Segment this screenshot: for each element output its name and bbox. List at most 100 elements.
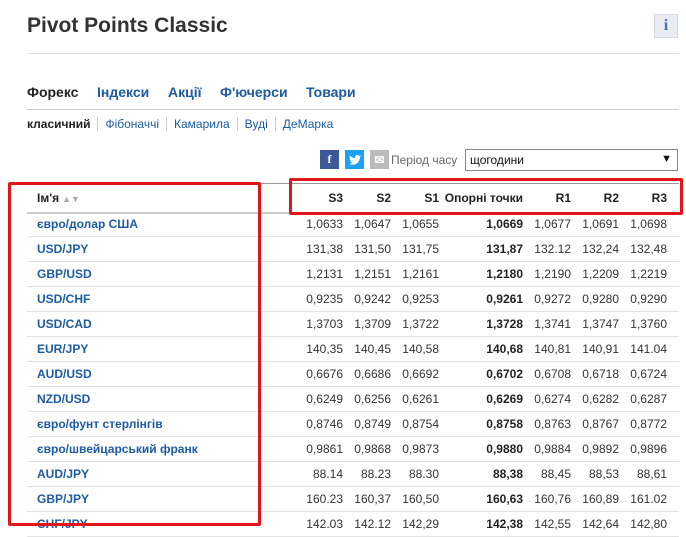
cell-r2: 1,0691 (582, 217, 619, 231)
cell-s1: 1,0655 (402, 217, 439, 231)
pivot-table-body: євро/долар США 1,0633 1,0647 1,0655 1,0669 1,… (27, 212, 679, 537)
method-tabs: класичний Фібоначчі Камарила Вуді ДеМарка (27, 117, 340, 131)
cell-s1: 131,75 (402, 242, 439, 256)
instrument-link[interactable]: євро/фунт стерлінгів (37, 417, 163, 431)
cell-s3: 0,6249 (306, 392, 343, 406)
info-icon[interactable]: i (654, 14, 678, 38)
cell-r2: 0,9892 (582, 442, 619, 456)
cell-s1: 88.30 (408, 467, 439, 481)
tab-commodities[interactable]: Товари (306, 84, 356, 100)
cell-r2: 1,3747 (582, 317, 619, 331)
page-title: Pivot Points Classic (27, 14, 228, 37)
instrument-link[interactable]: GBP/JPY (37, 492, 89, 506)
cell-r1: 1,2190 (534, 267, 571, 281)
cell-s3: 0,9235 (306, 292, 343, 306)
cell-r2: 140,91 (582, 342, 619, 356)
column-header-r3: R3 (651, 191, 667, 205)
instrument-link[interactable]: AUD/JPY (37, 467, 89, 481)
cell-s1: 0,9873 (402, 442, 439, 456)
instrument-link[interactable]: USD/CHF (37, 292, 90, 306)
subtab-fibonacci[interactable]: Фібоначчі (97, 117, 166, 131)
instrument-link[interactable]: GBP/USD (37, 267, 92, 281)
cell-pivot: 0,6269 (486, 392, 523, 406)
table-row: EUR/JPY 140,35 140,45 140,58 140,68 140,81 140… (27, 337, 679, 362)
cell-s2: 1,0647 (354, 217, 391, 231)
cell-r3: 0,9896 (630, 442, 667, 456)
cell-s2: 1,2151 (354, 267, 391, 281)
cell-r2: 0,8767 (582, 417, 619, 431)
market-tabs: Форекс Індекси Акції Ф'ючерси Товари (27, 82, 679, 110)
instrument-link[interactable]: EUR/JPY (37, 342, 88, 356)
chevron-down-icon: ▼ (661, 153, 672, 165)
cell-s2: 0,6686 (354, 367, 391, 381)
cell-r2: 0,9280 (582, 292, 619, 306)
cell-s3: 1,2131 (306, 267, 343, 281)
cell-s3: 1,3703 (306, 317, 343, 331)
subtab-camarilla[interactable]: Камарила (166, 117, 237, 131)
cell-r1: 1,3741 (534, 317, 571, 331)
column-header-r2: R2 (603, 191, 619, 205)
cell-pivot: 1,3728 (486, 317, 523, 331)
table-row: GBP/JPY 160.23 160,37 160,50 160,63 160,76 160… (27, 487, 679, 512)
cell-r3: 161.02 (630, 492, 667, 506)
table-row: USD/CAD 1,3703 1,3709 1,3722 1,3728 1,3741 1,3… (27, 312, 679, 337)
cell-s2: 0,6256 (354, 392, 391, 406)
tab-stocks[interactable]: Акції (168, 84, 202, 100)
tab-futures[interactable]: Ф'ючерси (220, 84, 288, 100)
instrument-link[interactable]: USD/CAD (37, 317, 92, 331)
cell-pivot: 0,8758 (486, 417, 523, 431)
cell-pivot: 1,0669 (486, 217, 523, 231)
column-header-pivot: Опорні точки (444, 191, 523, 205)
cell-s1: 1,3722 (402, 317, 439, 331)
cell-pivot: 140,68 (486, 342, 523, 356)
cell-s3: 0,6676 (306, 367, 343, 381)
cell-s3: 0,8746 (306, 417, 343, 431)
instrument-link[interactable]: USD/JPY (37, 242, 88, 256)
cell-pivot: 131,87 (486, 242, 523, 256)
column-header-name[interactable]: Ім'я ▲▼ (37, 191, 80, 205)
table-row: NZD/USD 0,6249 0,6256 0,6261 0,6269 0,6274 0,6… (27, 387, 679, 412)
subtab-demark[interactable]: ДеМарка (274, 117, 340, 131)
tab-indices[interactable]: Індекси (97, 84, 149, 100)
cell-r2: 0,6718 (582, 367, 619, 381)
instrument-link[interactable]: євро/швейцарський франк (37, 442, 198, 456)
instrument-link[interactable]: AUD/USD (37, 367, 92, 381)
tab-forex[interactable]: Форекс (27, 84, 78, 100)
cell-s2: 88.23 (360, 467, 391, 481)
cell-s2: 0,8749 (354, 417, 391, 431)
cell-s3: 1,0633 (306, 217, 343, 231)
cell-r3: 1,0698 (630, 217, 667, 231)
cell-s3: 0,9861 (306, 442, 343, 456)
cell-r1: 0,9272 (534, 292, 571, 306)
cell-s3: 88.14 (312, 467, 343, 481)
cell-s1: 1,2161 (402, 267, 439, 281)
cell-r1: 132.12 (534, 242, 571, 256)
table-row: AUD/USD 0,6676 0,6686 0,6692 0,6702 0,6708 0,6… (27, 362, 679, 387)
column-header-s3: S3 (328, 191, 343, 205)
table-row: євро/швейцарський франк 0,9861 0,9868 0,987… (27, 437, 679, 462)
cell-s1: 0,9253 (402, 292, 439, 306)
facebook-share-icon[interactable]: f (320, 150, 339, 169)
table-row: євро/долар США 1,0633 1,0647 1,0655 1,0669 1,… (27, 212, 679, 237)
cell-r2: 160,89 (582, 492, 619, 506)
instrument-link[interactable]: євро/долар США (37, 217, 138, 231)
period-selected-value: щогодини (470, 153, 524, 167)
cell-r1: 0,6708 (534, 367, 571, 381)
cell-r3: 1,2219 (630, 267, 667, 281)
cell-r3: 88,61 (636, 467, 667, 481)
cell-s1: 0,8754 (402, 417, 439, 431)
instrument-link[interactable]: NZD/USD (37, 392, 90, 406)
cell-r3: 1,3760 (630, 317, 667, 331)
cell-r3: 141.04 (630, 342, 667, 356)
subtab-woodie[interactable]: Вуді (236, 117, 275, 131)
table-row: GBP/USD 1,2131 1,2151 1,2161 1,2180 1,2190 1,2… (27, 262, 679, 287)
cell-s3: 140,35 (306, 342, 343, 356)
cell-pivot: 1,2180 (486, 267, 523, 281)
period-select[interactable]: щогодини ▼ (465, 149, 678, 171)
cell-r3: 0,6287 (630, 392, 667, 406)
twitter-share-icon[interactable] (345, 150, 364, 169)
mail-share-icon[interactable]: ✉ (370, 150, 389, 169)
cell-r2: 132,24 (582, 242, 619, 256)
subtab-classic[interactable]: класичний (27, 117, 97, 131)
column-header-s1: S1 (424, 191, 439, 205)
